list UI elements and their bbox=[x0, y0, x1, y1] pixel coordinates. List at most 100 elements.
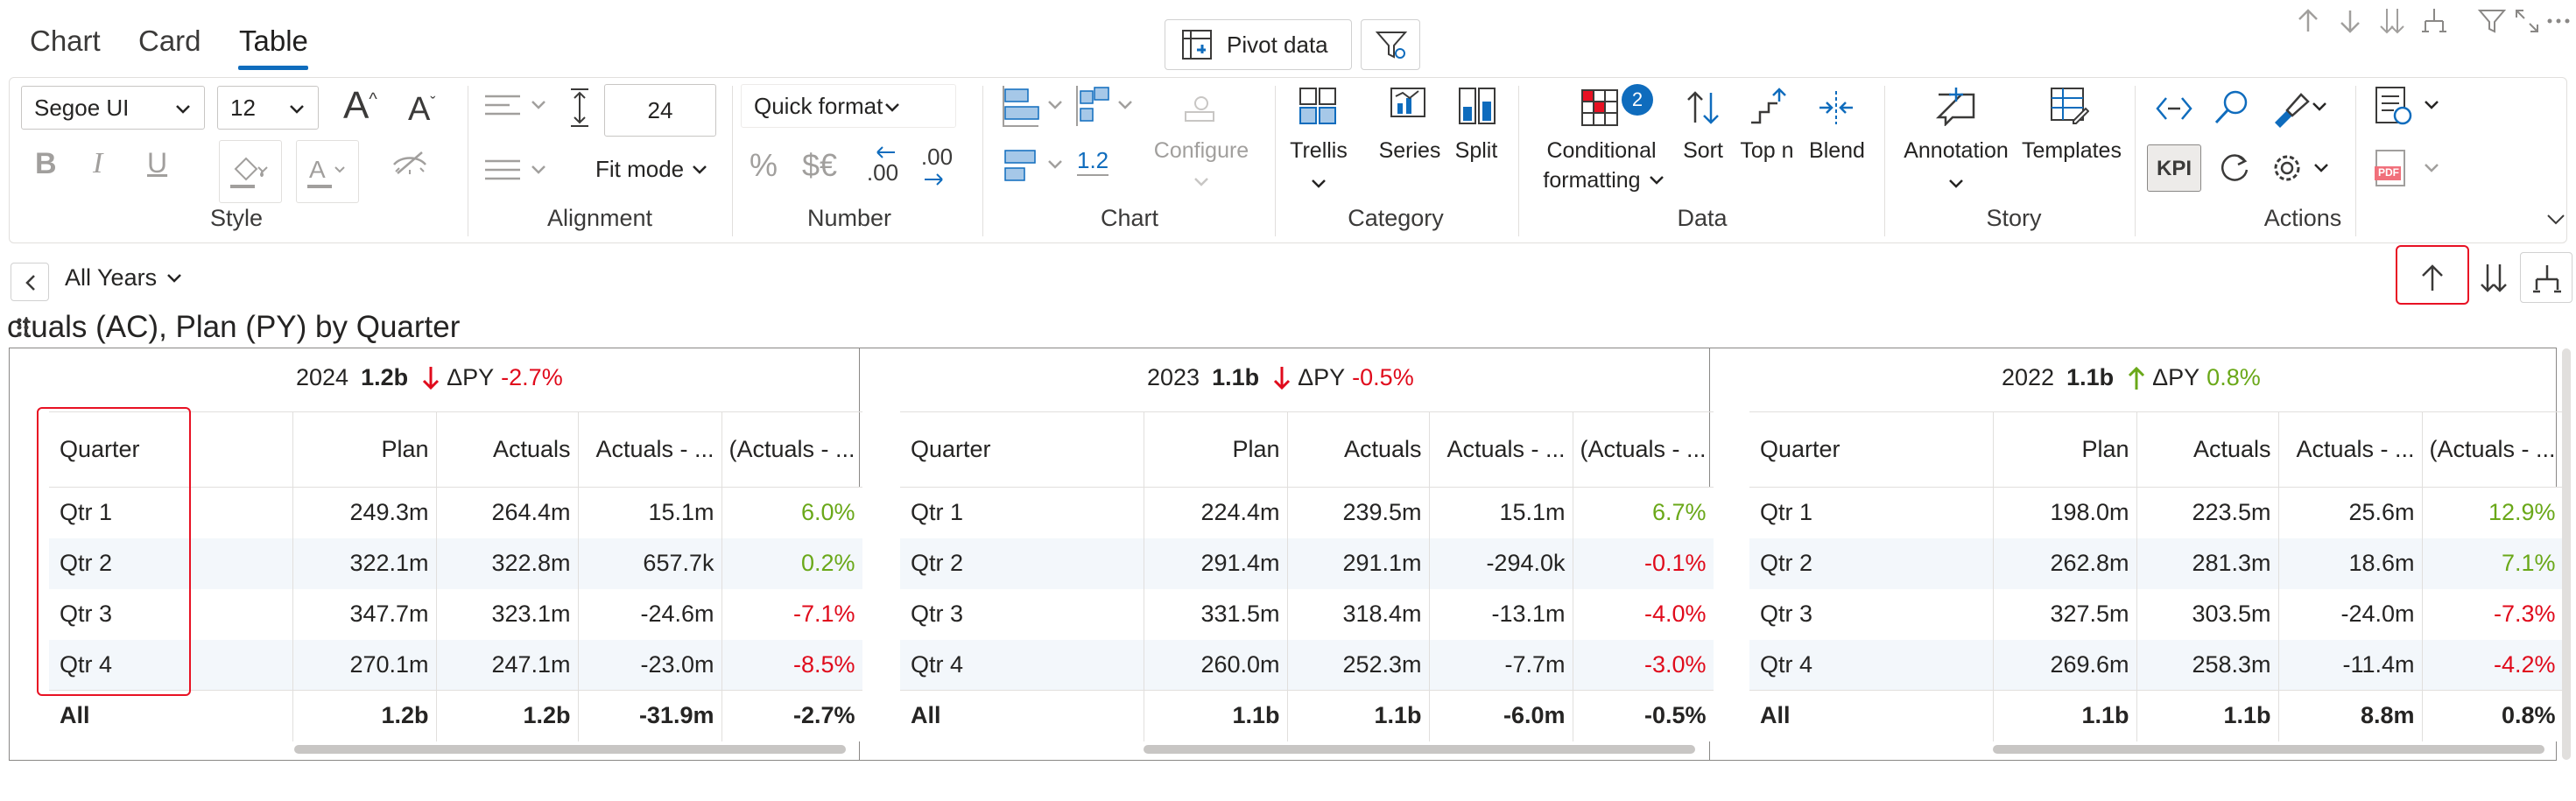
vertical-scrollbar[interactable] bbox=[2562, 348, 2571, 760]
table-row[interactable]: Qtr 4 269.6m 258.3m -11.4m -4.2% bbox=[1749, 639, 2563, 691]
format-painter-icon[interactable] bbox=[2270, 88, 2331, 128]
fit-mode-dropdown[interactable]: Fit mode bbox=[595, 156, 710, 183]
col-header[interactable]: (Actuals - ... bbox=[2421, 411, 2563, 488]
underline-button[interactable]: U bbox=[147, 147, 167, 179]
col-header[interactable]: Actuals - ... bbox=[1428, 411, 1573, 488]
filter-settings-button[interactable] bbox=[1361, 19, 1420, 70]
kpi-button[interactable]: KPI bbox=[2147, 144, 2201, 192]
cell-diff: 8.8m bbox=[2277, 690, 2422, 741]
percent-button[interactable]: % bbox=[750, 147, 778, 184]
font-size-dropdown[interactable]: 12 bbox=[217, 86, 319, 130]
col-header[interactable]: Actuals bbox=[435, 411, 578, 488]
col-header[interactable]: Plan bbox=[292, 411, 436, 488]
group-label-number: Number bbox=[806, 205, 892, 231]
drag-handle-icon[interactable] bbox=[16, 317, 30, 338]
fill-color-button[interactable] bbox=[219, 140, 282, 203]
col-header[interactable]: Quarter bbox=[900, 411, 1144, 488]
tab-table[interactable]: Table bbox=[239, 25, 308, 58]
col-header[interactable]: (Actuals - ... bbox=[1572, 411, 1714, 488]
sort-icon[interactable] bbox=[1683, 88, 1723, 128]
col-header[interactable]: Quarter bbox=[1749, 411, 1993, 488]
total-row[interactable]: All 1.2b 1.2b -31.9m -2.7% bbox=[49, 690, 862, 741]
arrow-up-icon[interactable] bbox=[2292, 5, 2324, 37]
expand-icon[interactable] bbox=[2511, 5, 2543, 37]
table-row[interactable]: Qtr 1 198.0m 223.5m 25.6m 12.9% bbox=[1749, 487, 2563, 538]
series-icon[interactable] bbox=[1389, 86, 1429, 126]
col-header[interactable]: Plan bbox=[1143, 411, 1287, 488]
scale-input[interactable]: 1.2 bbox=[1077, 147, 1109, 176]
group-label-story: Story bbox=[1986, 205, 2042, 231]
refresh-icon[interactable] bbox=[2215, 149, 2254, 187]
configure-icon[interactable] bbox=[1182, 91, 1217, 126]
tab-chart[interactable]: Chart bbox=[30, 25, 101, 58]
chevron-down-icon bbox=[1191, 173, 1212, 191]
group-label-alignment: Alignment bbox=[546, 205, 653, 231]
settings-gear-icon[interactable] bbox=[2268, 149, 2334, 187]
table-row[interactable]: Qtr 1 224.4m 239.5m 15.1m 6.7% bbox=[900, 487, 1714, 538]
templates-icon[interactable] bbox=[2049, 86, 2089, 126]
hide-icon[interactable] bbox=[391, 149, 429, 180]
years-dropdown[interactable]: All Years bbox=[65, 264, 185, 292]
panel-delta-label: ΔPY bbox=[1298, 364, 1346, 390]
trellis-icon[interactable] bbox=[1298, 86, 1338, 126]
col-header[interactable]: Actuals bbox=[1286, 411, 1429, 488]
horizontal-scrollbar[interactable] bbox=[1993, 745, 2544, 754]
increase-font-icon[interactable]: A^ bbox=[343, 84, 377, 128]
currency-button[interactable]: $€ bbox=[802, 147, 837, 184]
pdf-export-icon[interactable]: PDF bbox=[2373, 147, 2446, 193]
horizontal-scrollbar[interactable] bbox=[294, 745, 846, 754]
hierarchy-button[interactable] bbox=[2520, 252, 2572, 303]
total-row[interactable]: All 1.1b 1.1b 8.8m 0.8% bbox=[1749, 690, 2563, 741]
font-color-button[interactable]: A bbox=[296, 140, 359, 203]
tab-card[interactable]: Card bbox=[138, 25, 201, 58]
table-layout-icon[interactable] bbox=[1000, 144, 1068, 189]
italic-button[interactable]: I bbox=[93, 147, 102, 180]
top-n-icon[interactable] bbox=[1748, 86, 1788, 126]
sort-descending-button[interactable] bbox=[2467, 252, 2520, 303]
pivot-data-button[interactable]: Pivot data bbox=[1165, 19, 1352, 70]
sort-down-icon[interactable] bbox=[2376, 5, 2408, 37]
decrease-decimals-button[interactable]: .00 bbox=[862, 144, 904, 186]
filter-icon[interactable] bbox=[2476, 5, 2508, 37]
annotation-icon[interactable] bbox=[1935, 86, 1977, 126]
search-icon[interactable] bbox=[2212, 88, 2252, 128]
quick-format-dropdown[interactable]: Quick format bbox=[741, 84, 956, 128]
col-header[interactable]: (Actuals - ... bbox=[721, 411, 862, 488]
table-row[interactable]: Qtr 2 262.8m 281.3m 18.6m 7.1% bbox=[1749, 538, 2563, 589]
total-row[interactable]: All 1.1b 1.1b -6.0m -0.5% bbox=[900, 690, 1714, 741]
vertical-align-icon[interactable] bbox=[483, 154, 553, 186]
export-settings-icon[interactable] bbox=[2373, 84, 2446, 130]
split-icon[interactable] bbox=[1457, 86, 1497, 126]
stacked-layout-icon[interactable] bbox=[1073, 84, 1142, 130]
collapse-ribbon-icon[interactable] bbox=[2543, 208, 2569, 229]
horizontal-align-icon[interactable] bbox=[483, 91, 553, 123]
more-icon[interactable] bbox=[2543, 5, 2574, 37]
col-header[interactable]: Actuals - ... bbox=[577, 411, 721, 488]
arrow-down-icon[interactable] bbox=[2334, 5, 2366, 37]
back-button[interactable] bbox=[11, 263, 49, 301]
cell-plan: 198.0m bbox=[1992, 487, 2136, 538]
table-row[interactable]: Qtr 2 291.4m 291.1m -294.0k -0.1% bbox=[900, 538, 1714, 589]
link-icon[interactable] bbox=[2154, 91, 2194, 126]
table-row[interactable]: Qtr 3 331.5m 318.4m -13.1m -4.0% bbox=[900, 588, 1714, 640]
panel-total: 1.1b bbox=[2066, 364, 2115, 390]
table-row[interactable]: Qtr 3 327.5m 303.5m -24.0m -7.3% bbox=[1749, 588, 2563, 640]
horizontal-scrollbar[interactable] bbox=[1144, 745, 1695, 754]
decrease-font-icon[interactable]: Aˇ bbox=[408, 91, 435, 129]
col-header[interactable]: Plan bbox=[1992, 411, 2136, 488]
hierarchy-icon[interactable] bbox=[2418, 5, 2450, 37]
conditional-formatting-icon[interactable] bbox=[1580, 88, 1620, 128]
font-family-dropdown[interactable]: Segoe UI bbox=[21, 86, 205, 130]
cell-pct: -8.5% bbox=[721, 639, 862, 691]
increase-decimals-button[interactable]: .00 bbox=[916, 144, 958, 188]
blend-icon[interactable] bbox=[1816, 88, 1856, 128]
bar-layout-icon[interactable] bbox=[1000, 84, 1068, 130]
table-row[interactable]: Qtr 4 260.0m 252.3m -7.7m -3.0% bbox=[900, 639, 1714, 691]
cell-plan: 270.1m bbox=[292, 639, 436, 691]
bold-button[interactable]: B bbox=[35, 147, 57, 181]
row-height-input[interactable]: 24 bbox=[604, 84, 716, 137]
cell-pct: -3.0% bbox=[1572, 639, 1714, 691]
panel-delta-label: ΔPY bbox=[2152, 364, 2200, 390]
col-header[interactable]: Actuals bbox=[2136, 411, 2278, 488]
col-header[interactable]: Actuals - ... bbox=[2277, 411, 2422, 488]
